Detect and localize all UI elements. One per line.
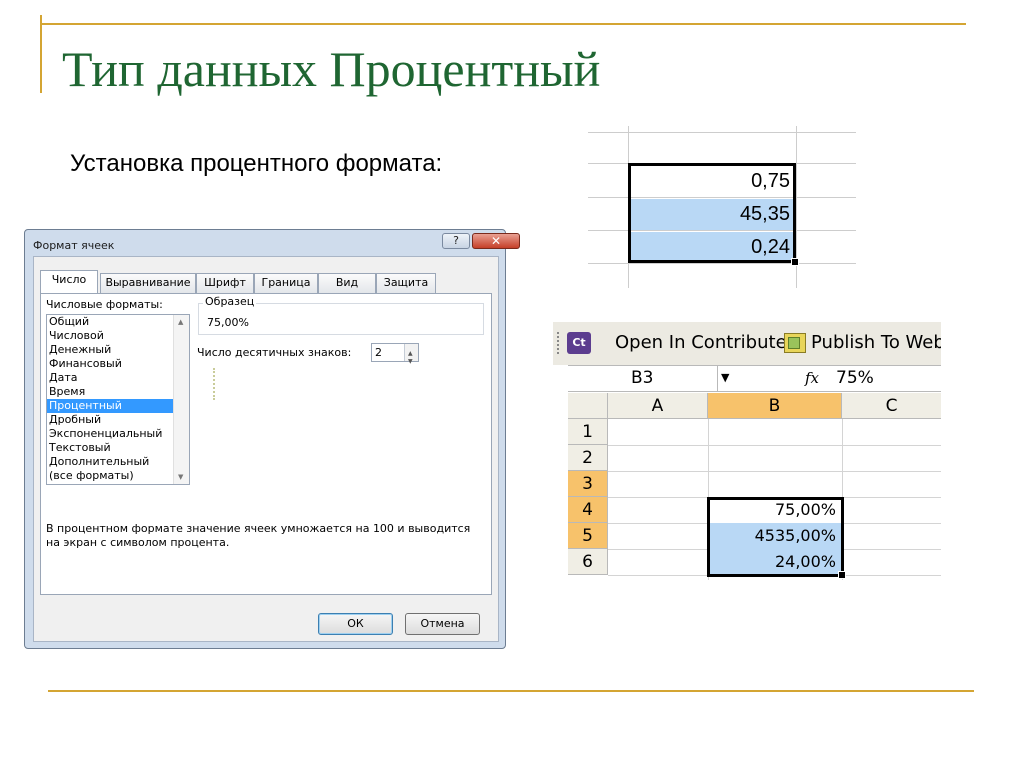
grid-line [608,445,941,446]
name-box-value: B3 [631,368,654,388]
category-item[interactable]: Денежный [47,343,189,357]
ok-button[interactable]: ОК [318,613,393,635]
spreadsheet-grid: A B C 1 2 3 4 5 6 75,00% 4535,00% 24,00% [568,393,941,580]
grid-line [608,471,941,472]
spinner[interactable]: ▲ ▼ [404,344,418,365]
format-description: В процентном формате значение ячеек умно… [46,522,471,549]
fx-icon[interactable]: fx [805,369,819,387]
category-label: Числовые форматы: [46,298,163,311]
category-item[interactable]: (все форматы) [47,469,189,483]
contribute-icon[interactable]: Ct [567,332,591,354]
publish-icon[interactable] [784,333,806,353]
tab-fill[interactable]: Вид [318,273,376,293]
column-header-c[interactable]: C [842,393,941,419]
category-scrollbar[interactable]: ▲ ▼ [173,315,189,484]
category-item[interactable]: Финансовый [47,357,189,371]
format-cells-dialog: Формат ячеек ? ✕ Число Выравнивание Шриф… [24,229,520,649]
category-item-selected[interactable]: Процентный [47,399,173,413]
category-item[interactable]: Дата [47,371,189,385]
selection-border [628,163,796,263]
tab-protection[interactable]: Защита [376,273,436,293]
scroll-up-icon[interactable]: ▲ [178,318,183,326]
dialog-title: Формат ячеек [33,239,115,252]
slide-left-rule [40,15,42,93]
select-all-corner[interactable] [568,393,608,419]
row-header[interactable]: 2 [568,445,608,471]
category-item[interactable]: Общий [47,315,189,329]
dotted-separator [213,368,217,400]
name-box[interactable]: B3 [568,366,718,391]
category-item[interactable]: Экспоненциальный [47,427,189,441]
dialog-body: Число Выравнивание Шрифт Граница Вид Защ… [33,256,499,642]
formula-bar: B3 ▼ fx 75% [568,365,941,392]
category-item[interactable]: Дополнительный [47,455,189,469]
number-tab-panel: Числовые форматы: Общий Числовой Денежны… [40,293,492,595]
slide-subtitle: Установка процентного формата: [70,150,443,177]
sample-value: 75,00% [207,316,249,329]
help-button[interactable]: ? [442,233,470,249]
row-header-selected[interactable]: 3 [568,471,608,497]
open-in-contribute-button[interactable]: Open In Contribute [615,332,787,354]
slide-top-rule [40,23,966,25]
category-list[interactable]: Общий Числовой Денежный Финансовый Дата … [46,314,190,485]
fill-handle[interactable] [791,258,799,266]
selection-border [707,497,844,577]
row-header-selected[interactable]: 5 [568,523,608,549]
row-header[interactable]: 6 [568,549,608,575]
close-button[interactable]: ✕ [472,233,520,249]
formula-value[interactable]: 75% [836,368,874,388]
tab-alignment[interactable]: Выравнивание [100,273,196,293]
decimal-places-stepper[interactable]: 2 ▲ ▼ [371,343,419,365]
publish-to-web-button[interactable]: Publish To Web [811,332,941,354]
chevron-down-icon[interactable]: ▼ [721,371,729,384]
row-header-selected[interactable]: 4 [568,497,608,523]
scroll-down-icon[interactable]: ▼ [178,473,183,481]
cancel-button[interactable]: Отмена [405,613,480,635]
column-header-a[interactable]: A [608,393,708,419]
decimal-values-sheet: 0,75 45,35 0,24 [588,126,856,288]
toolbar: Ct Open In Contribute Publish To Web [553,322,941,365]
slide-title: Тип данных Процентный [62,41,601,97]
decimal-places-value: 2 [375,346,382,359]
row-header[interactable]: 1 [568,419,608,445]
tab-border[interactable]: Граница [254,273,318,293]
tab-font[interactable]: Шрифт [196,273,254,293]
category-item[interactable]: Дробный [47,413,189,427]
decimal-places-label: Число десятичных знаков: [197,346,352,359]
excel-window: Ct Open In Contribute Publish To Web B3 … [553,322,941,580]
sample-label: Образец [203,295,257,308]
spin-down-icon[interactable]: ▼ [408,353,413,370]
category-item[interactable]: Текстовый [47,441,189,455]
toolbar-grip[interactable] [557,332,563,354]
fill-handle[interactable] [838,571,846,579]
tab-number[interactable]: Число [40,270,98,294]
column-header-b[interactable]: B [708,393,842,419]
slide-bottom-rule [48,690,974,692]
category-item[interactable]: Время [47,385,189,399]
category-item[interactable]: Числовой [47,329,189,343]
